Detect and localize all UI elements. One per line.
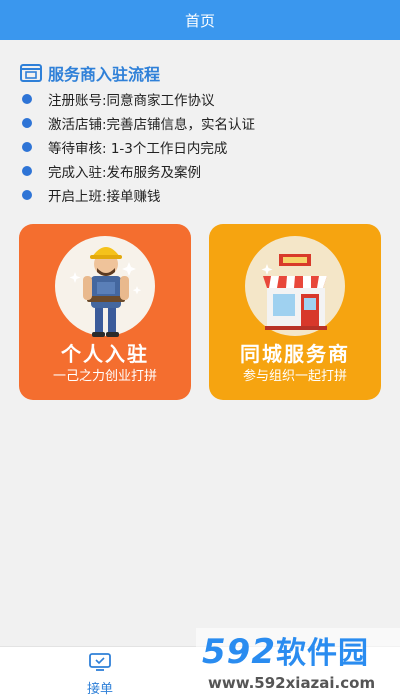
watermark: 592软件园 www.592xiazai.com (196, 628, 400, 700)
step-text: 等待审核: 1-3个工作日内完成 (48, 141, 228, 157)
section-title-text: 服务商入驻流程 (48, 65, 161, 84)
bullet-dot (22, 166, 32, 176)
watermark-url: www.592xiazai.com (208, 674, 376, 692)
tab-orders[interactable]: 接单 (70, 651, 130, 697)
monitor-icon (88, 652, 112, 676)
list-item: 完成入驻:发布服务及案例 (20, 159, 390, 183)
watermark-brand: 592软件园 (202, 632, 369, 674)
step-text: 注册账号:同意商家工作协议 (48, 93, 215, 109)
section-title: 服务商入驻流程 (20, 60, 160, 86)
bullet-dot (22, 190, 32, 200)
page-title: 首页 (184, 11, 215, 30)
card-subtitle: 一己之力创业打拼 (52, 369, 157, 384)
watermark-brand-text: 软件园 (275, 636, 369, 671)
list-item: 开启上班:接单赚钱 (20, 183, 390, 207)
bullet-dot (22, 118, 32, 128)
list-item: 等待审核: 1-3个工作日内完成 (20, 135, 390, 159)
step-text: 激活店铺:完善店铺信息，实名认证 (48, 117, 256, 133)
bullet-dot (22, 94, 32, 104)
watermark-brand-number: 592 (202, 632, 276, 672)
step-text: 完成入驻:发布服务及案例 (48, 165, 202, 181)
worker-icon (55, 236, 155, 337)
card-title: 同城服务商 (240, 342, 350, 366)
storefront-icon (245, 236, 345, 336)
shop-window-icon (20, 63, 42, 83)
bullet-dot (22, 142, 32, 152)
local-provider-card[interactable]: 同城服务商 参与组织一起打拼 (209, 224, 381, 400)
list-item: 激活店铺:完善店铺信息，实名认证 (20, 111, 390, 135)
personal-join-card[interactable]: 个人入驻 一己之力创业打拼 (19, 224, 191, 400)
tab-label: 接单 (86, 681, 113, 697)
card-title: 个人入驻 (61, 342, 149, 366)
card-subtitle: 参与组织一起打拼 (242, 369, 347, 384)
steps-list: 注册账号:同意商家工作协议 激活店铺:完善店铺信息，实名认证 等待审核: 1-3… (20, 87, 390, 207)
step-text: 开启上班:接单赚钱 (48, 189, 161, 205)
list-item: 注册账号:同意商家工作协议 (20, 87, 390, 111)
app-header: 首页 (0, 0, 400, 40)
